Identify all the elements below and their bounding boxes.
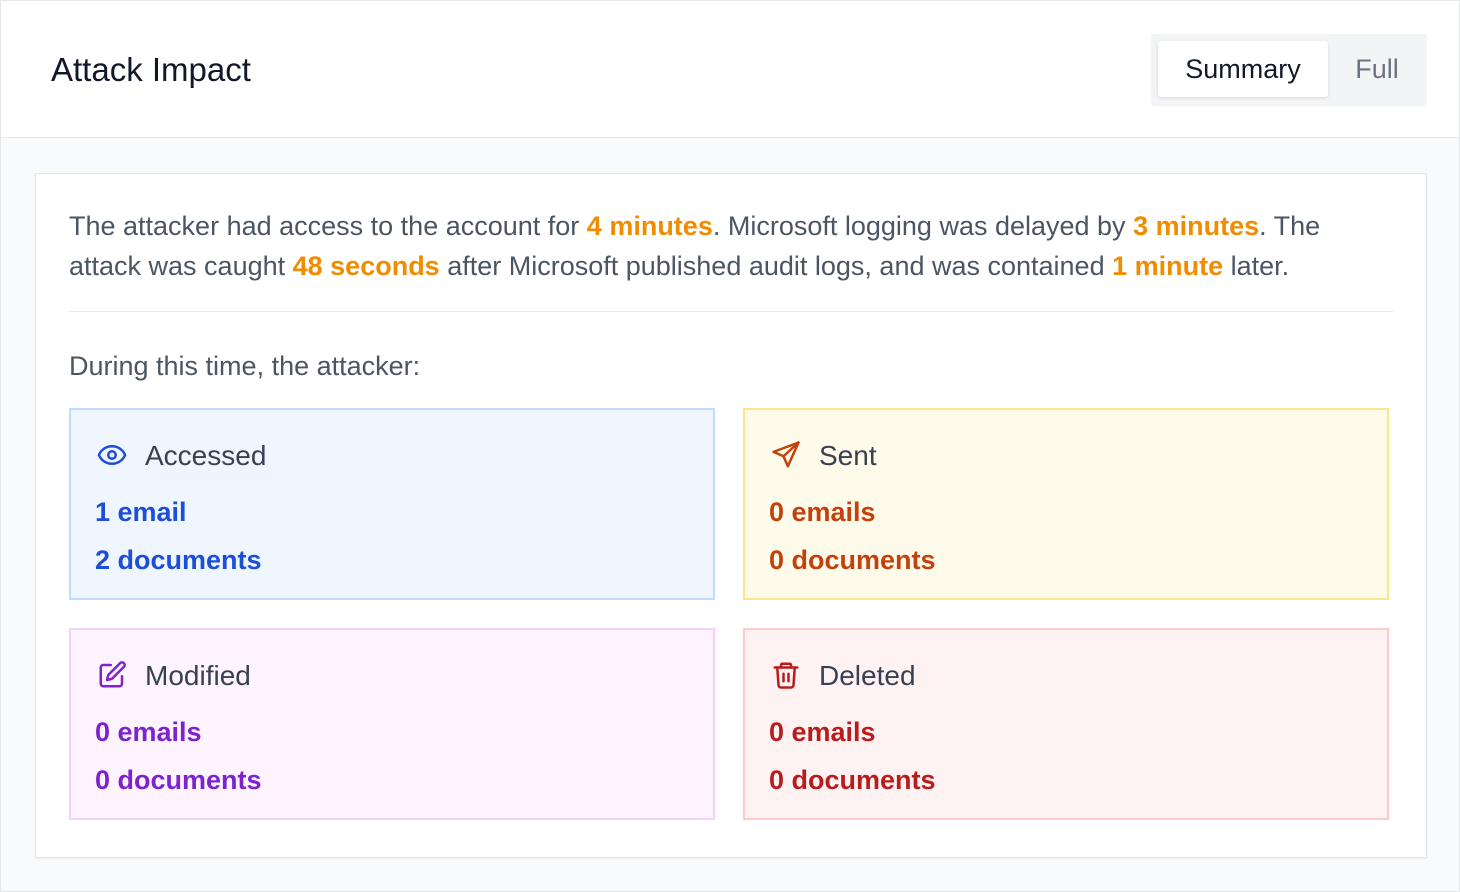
caught-after: 48 seconds (292, 251, 440, 281)
summary-text: . Microsoft logging was delayed by (712, 211, 1134, 241)
accessed-tile: Accessed 1 email 2 documents (69, 408, 715, 600)
logging-delay: 3 minutes (1133, 211, 1260, 241)
eye-icon (97, 440, 127, 470)
edit-icon (97, 660, 127, 690)
summary-text: The attacker had access to the account f… (69, 211, 587, 241)
attack-impact-panel: Attack Impact Summary Full The attacker … (0, 0, 1460, 892)
summary-text: later. (1223, 251, 1290, 281)
impact-card: The attacker had access to the account f… (35, 173, 1427, 858)
summary-text: after Microsoft published audit logs, an… (439, 251, 1113, 281)
deleted-emails: 0 emails (769, 717, 876, 747)
summary-toggle-button[interactable]: Summary (1158, 41, 1328, 97)
trash-icon (771, 660, 801, 690)
during-label: During this time, the attacker: (69, 351, 421, 381)
panel-header: Attack Impact Summary Full (1, 1, 1459, 138)
impact-summary: The attacker had access to the account f… (69, 206, 1399, 286)
contained-after: 1 minute (1112, 251, 1224, 281)
accessed-documents: 2 documents (95, 545, 262, 575)
sent-tile: Sent 0 emails 0 documents (743, 408, 1389, 600)
modified-documents: 0 documents (95, 765, 262, 795)
sent-documents: 0 documents (769, 545, 936, 575)
sent-emails: 0 emails (769, 497, 876, 527)
send-icon (771, 440, 801, 470)
tile-title: Accessed (145, 440, 267, 471)
modified-tile: Modified 0 emails 0 documents (69, 628, 715, 820)
divider (69, 311, 1393, 312)
modified-emails: 0 emails (95, 717, 202, 747)
accessed-emails: 1 email (95, 497, 187, 527)
access-duration: 4 minutes (586, 211, 713, 241)
deleted-documents: 0 documents (769, 765, 936, 795)
view-toggle: Summary Full (1151, 34, 1427, 106)
tile-title: Sent (819, 440, 877, 471)
deleted-tile: Deleted 0 emails 0 documents (743, 628, 1389, 820)
full-toggle-button[interactable]: Full (1333, 41, 1421, 97)
tile-title: Deleted (819, 660, 916, 691)
page-title: Attack Impact (51, 51, 251, 88)
tile-title: Modified (145, 660, 251, 691)
